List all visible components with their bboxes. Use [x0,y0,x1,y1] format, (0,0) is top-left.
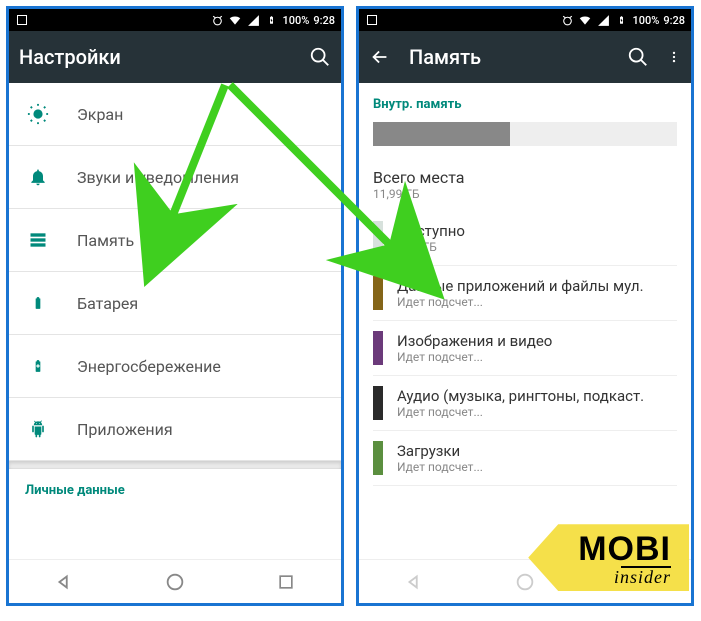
overflow-menu-icon[interactable] [667,46,681,68]
bell-icon [27,166,49,188]
settings-item-storage[interactable]: Память [9,209,341,272]
color-swatch [373,386,383,420]
storage-category-title: Аудио (музыка, рингтоны, подкаст. [397,387,677,405]
watermark-badge: MOBI insider [528,524,689,591]
storage-category-apps[interactable]: Данные приложений и файлы мул. Идет подс… [373,266,677,321]
storage-available[interactable]: Доступно 6,63 ГБ [373,211,677,266]
storage-available-sub: 6,63 ГБ [397,240,677,254]
nav-home-icon[interactable] [512,569,538,595]
signal-icon [596,13,610,27]
wifi-icon [228,13,242,27]
storage-category-title: Данные приложений и файлы мул. [397,277,677,295]
storage-total[interactable]: Всего места 11,99 ГБ [373,168,677,211]
storage-category-images[interactable]: Изображения и видео Идет подсчет... [373,321,677,376]
nav-home-icon[interactable] [162,569,188,595]
settings-item-label: Память [77,231,323,250]
storage-category-sub: Идет подсчет... [397,295,677,309]
usage-bar-used [373,122,510,146]
storage-usage-bar[interactable] [373,122,677,146]
settings-item-display[interactable]: Экран [9,83,341,146]
storage-total-title: Всего места [373,168,677,187]
back-arrow-icon[interactable] [369,46,391,68]
settings-item-label: Звуки и уведомления [77,168,323,187]
screenshot-icon [365,13,379,27]
clock-time: 9:28 [313,14,335,27]
storage-category-audio[interactable]: Аудио (музыка, рингтоны, подкаст. Идет п… [373,376,677,431]
settings-item-label: Экран [77,105,323,124]
nav-back-icon[interactable] [401,569,427,595]
storage-category-downloads[interactable]: Загрузки Идет подсчет... [373,431,677,486]
storage-body: Внутр. память Всего места 11,99 ГБ Досту… [359,83,691,559]
battery-icon [264,13,278,27]
storage-category-sub: Идет подсчет... [397,405,677,419]
battery-saver-icon [27,355,49,377]
settings-item-sound[interactable]: Звуки и уведомления [9,146,341,209]
storage-section-header: Внутр. память [373,83,677,122]
screenshot-icon [15,13,29,27]
alarm-icon [560,13,574,27]
phone-settings: 100% 9:28 Настройки Экран Звуки и уведом… [6,6,344,606]
watermark-small: insider [578,569,671,585]
android-icon [27,418,49,440]
phone-storage: 100% 9:28 Память Внутр. память Всего мес… [356,6,694,606]
app-bar: Память [359,31,691,83]
nav-recent-icon[interactable] [273,569,299,595]
battery-icon [614,13,628,27]
settings-item-label: Батарея [77,294,323,313]
clock-time: 9:28 [663,14,685,27]
storage-available-title: Доступно [397,222,677,240]
storage-category-title: Загрузки [397,442,677,460]
wifi-icon [578,13,592,27]
color-swatch [373,276,383,310]
color-swatch [373,221,383,255]
battery-icon [27,292,49,314]
storage-icon [27,229,49,251]
storage-category-sub: Идет подсчет... [397,350,677,364]
battery-percent: 100% [282,14,309,27]
battery-percent: 100% [632,14,659,27]
section-divider [9,461,341,469]
status-bar: 100% 9:28 [359,9,691,31]
nav-bar [9,559,341,603]
storage-total-sub: 11,99 ГБ [373,187,677,201]
watermark-big: MOBI [578,534,671,565]
alarm-icon [210,13,224,27]
settings-item-label: Приложения [77,420,323,439]
settings-item-apps[interactable]: Приложения [9,398,341,461]
search-icon[interactable] [627,46,649,68]
settings-list: Экран Звуки и уведомления Память Батарея… [9,83,341,559]
settings-item-power[interactable]: Энергосбережение [9,335,341,398]
app-bar: Настройки [9,31,341,83]
appbar-title: Память [409,45,609,69]
appbar-title: Настройки [19,45,291,69]
search-icon[interactable] [309,46,331,68]
status-bar: 100% 9:28 [9,9,341,31]
color-swatch [373,441,383,475]
nav-back-icon[interactable] [51,569,77,595]
brightness-icon [27,103,49,125]
section-header-personal: Личные данные [9,469,341,502]
color-swatch [373,331,383,365]
settings-item-label: Энергосбережение [77,357,323,376]
signal-icon [246,13,260,27]
storage-category-title: Изображения и видео [397,332,677,350]
storage-category-sub: Идет подсчет... [397,460,677,474]
settings-item-battery[interactable]: Батарея [9,272,341,335]
